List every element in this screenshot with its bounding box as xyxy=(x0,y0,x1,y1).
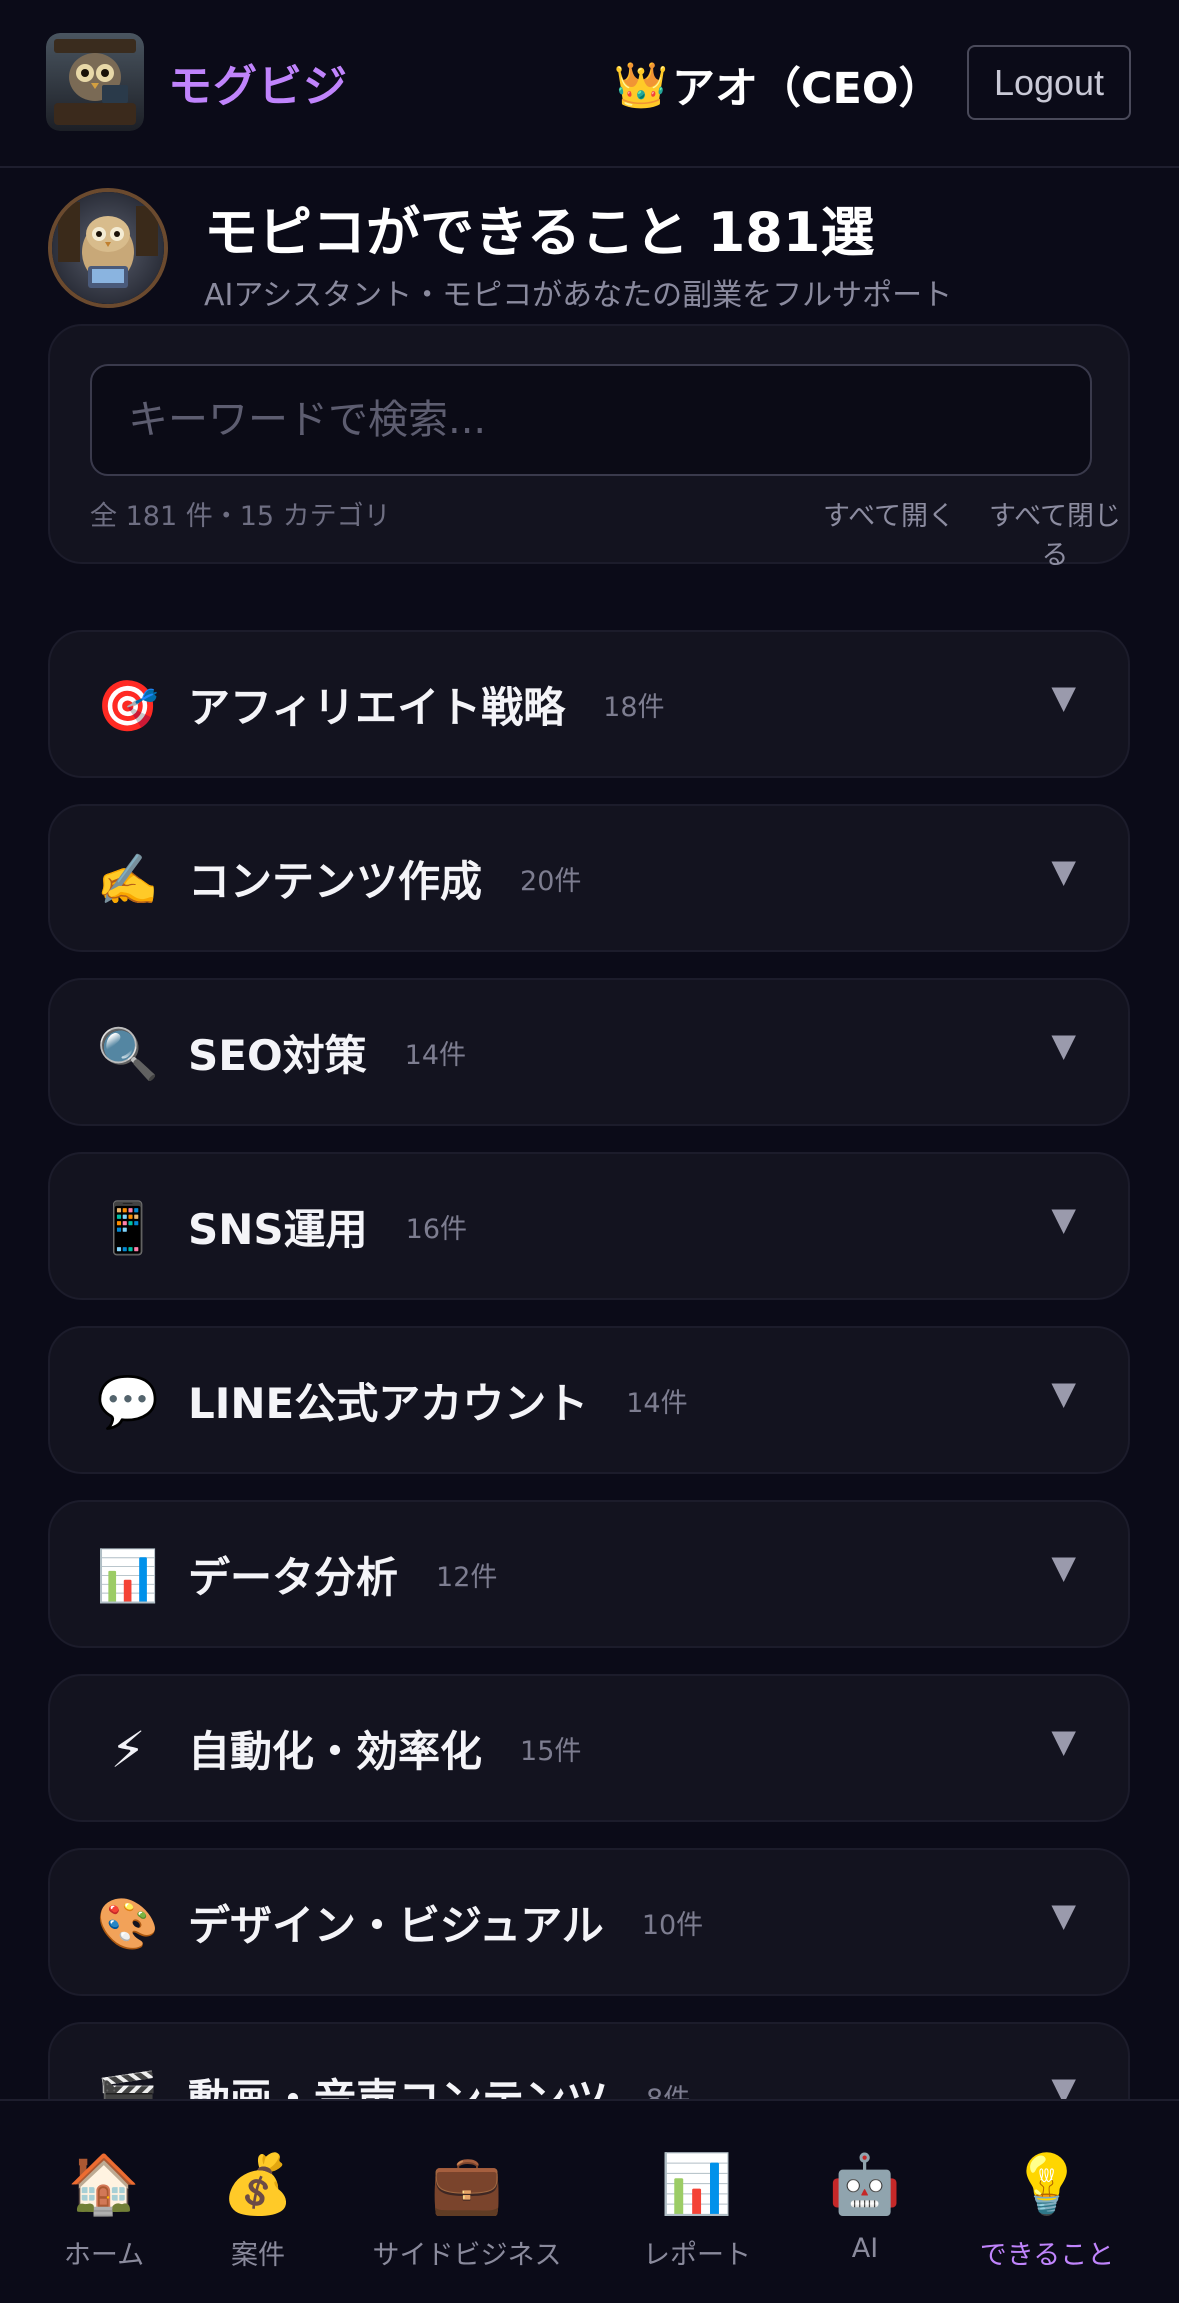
home-icon: 🏠 xyxy=(67,2150,141,2218)
mascot-avatar xyxy=(48,188,168,308)
category-accordion[interactable]: 📱 SNS運用 16件 ▼ xyxy=(48,1152,1130,1300)
chevron-down-icon[interactable]: ▼ xyxy=(1051,852,1076,890)
category-accordion[interactable]: 💬 LINE公式アカウント 14件 ▼ xyxy=(48,1326,1130,1474)
category-name: デザイン・ビジュアル xyxy=(188,1900,604,1950)
category-count: 18件 xyxy=(603,691,665,723)
nav-label: AI xyxy=(851,2233,879,2264)
nav-label: ホーム xyxy=(63,2240,145,2271)
nav-label: できること xyxy=(979,2240,1115,2271)
nav-item[interactable]: 🏠 ホーム xyxy=(34,2101,174,2303)
category-header: アフィリエイト戦略 18件 xyxy=(188,632,665,776)
category-name: LINE公式アカウント xyxy=(188,1378,589,1428)
category-header: デザイン・ビジュアル 10件 xyxy=(188,1850,703,1994)
briefcase-icon: 💼 xyxy=(430,2150,504,2218)
chevron-down-icon[interactable]: ▼ xyxy=(1051,1548,1076,1586)
category-count: 20件 xyxy=(520,865,582,897)
magnifier-icon: 🔍 xyxy=(96,1025,160,1083)
nav-label: レポート xyxy=(643,2240,751,2271)
category-count: 12件 xyxy=(436,1561,498,1593)
chevron-down-icon[interactable]: ▼ xyxy=(1051,1722,1076,1760)
category-name: アフィリエイト戦略 xyxy=(188,682,566,732)
chevron-down-icon[interactable]: ▼ xyxy=(1051,1896,1076,1934)
bar-chart-icon: 📊 xyxy=(96,1547,160,1605)
search-card: 全 181 件・15 カテゴリ すべて開く すべて閉じる xyxy=(48,324,1130,571)
category-accordion[interactable]: 🎯 アフィリエイト戦略 18件 ▼ xyxy=(48,630,1130,778)
category-name: データ分析 xyxy=(188,1552,399,1602)
chevron-down-icon[interactable]: ▼ xyxy=(1051,1374,1076,1412)
chevron-down-icon[interactable]: ▼ xyxy=(1051,1200,1076,1238)
nav-item[interactable]: 📊 レポート xyxy=(617,2101,777,2303)
expand-all-button[interactable]: すべて開く xyxy=(823,494,955,533)
category-name: 自動化・効率化 xyxy=(188,1726,483,1776)
light-bulb-icon: 💡 xyxy=(1010,2150,1084,2218)
category-header: コンテンツ作成 20件 xyxy=(188,806,581,950)
writing-hand-icon: ✍️ xyxy=(96,851,160,909)
category-count: 14件 xyxy=(404,1039,467,1071)
category-count: 16件 xyxy=(405,1213,468,1245)
category-accordion[interactable]: 🎨 デザイン・ビジュアル 10件 ▼ xyxy=(48,1848,1130,1996)
category-header: SEO対策 14件 xyxy=(188,980,466,1124)
nav-item[interactable]: 💰 案件 xyxy=(198,2101,318,2303)
category-count: 10件 xyxy=(641,1909,704,1941)
crown-icon: 👑 xyxy=(613,60,669,111)
category-name: SNS運用 xyxy=(188,1204,368,1254)
smartphone-icon: 📱 xyxy=(96,1199,160,1257)
nav-label: サイドビジネス xyxy=(372,2240,562,2271)
lightning-icon: ⚡ xyxy=(110,1721,146,1779)
search-input[interactable] xyxy=(90,364,1092,476)
user-name: アオ（CEO） xyxy=(672,64,942,114)
category-accordion[interactable]: ✍️ コンテンツ作成 20件 ▼ xyxy=(48,804,1130,952)
logout-button[interactable]: Logout xyxy=(967,45,1131,120)
nav-item[interactable]: 💡 できること xyxy=(952,2101,1142,2303)
category-count: 14件 xyxy=(626,1387,688,1419)
category-header: SNS運用 16件 xyxy=(188,1154,467,1298)
report-chart-icon: 📊 xyxy=(660,2150,734,2218)
category-name: コンテンツ作成 xyxy=(188,856,483,906)
robot-icon: 🤖 xyxy=(828,2150,902,2218)
brand-name[interactable]: モグビジ xyxy=(168,50,348,114)
nav-label: 案件 xyxy=(231,2240,285,2271)
category-name: SEO対策 xyxy=(188,1030,367,1080)
speech-bubble-icon: 💬 xyxy=(96,1373,160,1431)
page-subtitle: AIアシスタント・モピコがあなたの副業をフルサポート xyxy=(204,278,953,313)
nav-item[interactable]: 💼 サイドビジネス xyxy=(357,2101,577,2303)
bottom-nav: 🏠 ホーム 💰 案件 💼 サイドビジネス 📊 レポート 🤖 AI 💡 できること xyxy=(0,2099,1179,2303)
category-accordion[interactable]: 📊 データ分析 12件 ▼ xyxy=(48,1500,1130,1648)
nav-item[interactable]: 🤖 AI xyxy=(805,2101,925,2303)
target-icon: 🎯 xyxy=(96,677,160,735)
category-accordion[interactable]: 🔍 SEO対策 14件 ▼ xyxy=(48,978,1130,1126)
category-header: データ分析 12件 xyxy=(188,1502,497,1646)
result-summary: 全 181 件・15 カテゴリ xyxy=(90,501,391,532)
category-count: 15件 xyxy=(520,1735,582,1767)
palette-icon: 🎨 xyxy=(96,1895,160,1953)
money-bag-icon: 💰 xyxy=(221,2150,295,2218)
page-title: モピコができること 181選 xyxy=(204,201,875,264)
user-badge: 👑 アオ（CEO） xyxy=(612,55,942,115)
category-header: 自動化・効率化 15件 xyxy=(188,1676,581,1820)
chevron-down-icon[interactable]: ▼ xyxy=(1051,1026,1076,1064)
category-accordion[interactable]: ⚡ 自動化・効率化 15件 ▼ xyxy=(48,1674,1130,1822)
category-header: LINE公式アカウント 14件 xyxy=(188,1328,688,1472)
app-root: モグビジ 👑 アオ（CEO） Logout モピコができること 181選 AIア… xyxy=(0,0,1179,2303)
collapse-all-button[interactable]: すべて閉じる xyxy=(982,494,1128,572)
app-logo[interactable] xyxy=(46,33,144,131)
chevron-down-icon[interactable]: ▼ xyxy=(1051,678,1076,716)
top-header: モグビジ 👑 アオ（CEO） Logout xyxy=(0,0,1179,168)
